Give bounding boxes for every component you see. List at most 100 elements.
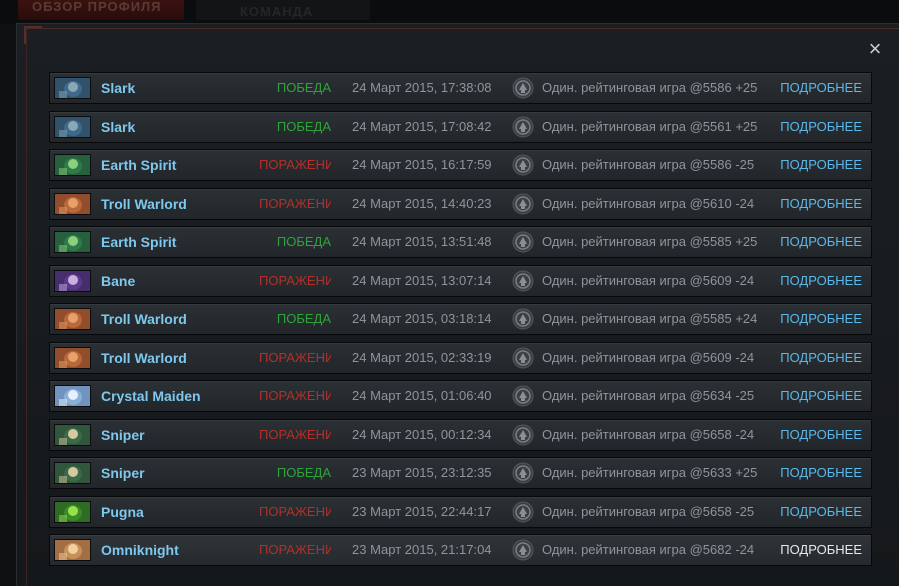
match-row[interactable]: Slark ПОБЕДА 24 Март 2015, 17:08:42 Один…	[49, 110, 872, 143]
match-list: Slark ПОБЕДА 24 Март 2015, 17:38:08 Один…	[49, 72, 872, 573]
hero-name[interactable]: Slark	[101, 112, 135, 142]
ranked-mode-icon	[512, 539, 534, 561]
ranked-mode-icon	[512, 154, 534, 176]
hero-name[interactable]: Crystal Maiden	[101, 381, 201, 411]
hero-name[interactable]: Bane	[101, 266, 135, 296]
ranked-mode-icon	[512, 193, 534, 215]
hero-name[interactable]: Earth Spirit	[101, 227, 176, 257]
hero-name[interactable]: Troll Warlord	[101, 189, 187, 219]
match-result: ПОРАЖЕНИЕ	[259, 195, 331, 211]
ranked-mode-icon	[512, 462, 534, 484]
hero-name[interactable]: Pugna	[101, 497, 144, 527]
details-link[interactable]: ПОДРОБНЕЕ	[780, 73, 862, 103]
ranked-mode-icon	[512, 385, 534, 407]
hero-portrait-slark	[54, 115, 91, 138]
match-row[interactable]: Earth Spirit ПОРАЖЕНИЕ 24 Март 2015, 16:…	[49, 149, 872, 181]
close-icon[interactable]: ×	[864, 38, 886, 60]
game-mode: Один. рейтинговая игра @5609 -24	[542, 272, 755, 288]
tab-team[interactable]: КОМАНДА	[196, 0, 370, 20]
match-row[interactable]: Pugna ПОРАЖЕНИЕ 23 Март 2015, 22:44:17 О…	[49, 495, 872, 528]
match-result: ПОРАЖЕНИЕ	[259, 272, 331, 288]
frame-border-top	[26, 28, 899, 29]
game-mode: Один. рейтинговая игра @5586 +25	[542, 80, 758, 95]
game-mode: Один. рейтинговая игра @5633 +25	[542, 465, 758, 480]
match-row[interactable]: Troll Warlord ПОБЕДА 24 Март 2015, 03:18…	[49, 303, 872, 335]
ranked-mode-icon	[512, 424, 534, 446]
ranked-mode-icon	[512, 270, 534, 292]
hero-portrait-sniper	[54, 423, 91, 446]
match-row[interactable]: Earth Spirit ПОБЕДА 24 Март 2015, 13:51:…	[49, 226, 872, 258]
top-tabs: ОБЗОР ПРОФИЛЯ КОМАНДА	[0, 0, 899, 24]
hero-name[interactable]: Sniper	[101, 420, 145, 450]
details-link[interactable]: ПОДРОБНЕЕ	[780, 266, 862, 296]
frame-corner-ornament	[24, 26, 42, 44]
game-mode: Один. рейтинговая игра @5585 +24	[542, 311, 758, 326]
match-result: ПОРАЖЕНИЕ	[259, 542, 331, 557]
ranked-mode-icon	[512, 77, 534, 99]
game-mode: Один. рейтинговая игра @5658 -25	[542, 503, 755, 519]
details-link[interactable]: ПОДРОБНЕЕ	[780, 112, 862, 142]
hero-portrait-bane	[54, 269, 91, 292]
details-link[interactable]: ПОДРОБНЕЕ	[780, 381, 862, 411]
match-row[interactable]: Troll Warlord ПОРАЖЕНИЕ 24 Март 2015, 02…	[49, 341, 872, 374]
match-datetime: 24 Март 2015, 00:12:34	[352, 426, 492, 442]
details-link[interactable]: ПОДРОБНЕЕ	[780, 343, 862, 373]
hero-portrait-slark	[54, 77, 91, 99]
tab-profile-overview[interactable]: ОБЗОР ПРОФИЛЯ	[18, 0, 184, 20]
match-row[interactable]: Crystal Maiden ПОРАЖЕНИЕ 24 Март 2015, 0…	[49, 380, 872, 412]
match-row[interactable]: Bane ПОРАЖЕНИЕ 24 Март 2015, 13:07:14 Од…	[49, 264, 872, 297]
match-row[interactable]: Omniknight ПОРАЖЕНИЕ 23 Март 2015, 21:17…	[49, 534, 872, 566]
match-datetime: 24 Март 2015, 13:07:14	[352, 272, 492, 288]
details-link[interactable]: ПОДРОБНЕЕ	[780, 458, 862, 488]
hero-portrait-earth-spirit	[54, 231, 91, 253]
hero-name[interactable]: Sniper	[101, 458, 145, 488]
match-result: ПОРАЖЕНИЕ	[259, 157, 331, 172]
match-datetime: 24 Март 2015, 14:40:23	[352, 195, 492, 211]
game-mode: Один. рейтинговая игра @5585 +25	[542, 234, 758, 249]
details-link[interactable]: ПОДРОБНЕЕ	[780, 497, 862, 527]
details-link[interactable]: ПОДРОБНЕЕ	[780, 150, 862, 180]
game-mode: Один. рейтинговая игра @5682 -24	[542, 542, 755, 557]
match-result: ПОРАЖЕНИЕ	[259, 388, 331, 403]
ranked-mode-icon	[512, 347, 534, 369]
match-result: ПОБЕДА	[276, 234, 331, 249]
match-result: ПОБЕДА	[276, 465, 331, 480]
game-mode: Один. рейтинговая игра @5610 -24	[542, 195, 755, 211]
match-row[interactable]: Slark ПОБЕДА 24 Март 2015, 17:38:08 Один…	[49, 72, 872, 104]
game-mode: Один. рейтинговая игра @5586 -25	[542, 157, 755, 172]
hero-name[interactable]: Troll Warlord	[101, 304, 187, 334]
hero-portrait-troll-warlord	[54, 308, 91, 330]
match-row[interactable]: Sniper ПОБЕДА 23 Март 2015, 23:12:35 Оди…	[49, 457, 872, 489]
game-mode: Один. рейтинговая игра @5658 -24	[542, 426, 755, 442]
match-result: ПОРАЖЕНИЕ	[259, 349, 331, 365]
match-result: ПОРАЖЕНИЕ	[259, 426, 331, 442]
match-row[interactable]: Sniper ПОРАЖЕНИЕ 24 Март 2015, 00:12:34 …	[49, 418, 872, 451]
match-result: ПОРАЖЕНИЕ	[259, 503, 331, 519]
frame-border-left	[26, 28, 27, 586]
details-link[interactable]: ПОДРОБНЕЕ	[780, 420, 862, 450]
match-datetime: 24 Март 2015, 02:33:19	[352, 349, 492, 365]
hero-portrait-crystal-maiden	[54, 385, 91, 407]
match-datetime: 24 Март 2015, 03:18:14	[352, 311, 492, 326]
hero-name[interactable]: Omniknight	[101, 535, 179, 565]
match-result: ПОБЕДА	[276, 311, 331, 326]
match-datetime: 23 Март 2015, 21:17:04	[352, 542, 492, 557]
ranked-mode-icon	[512, 501, 534, 523]
hero-name[interactable]: Earth Spirit	[101, 150, 176, 180]
hero-portrait-pugna	[54, 500, 91, 523]
ranked-mode-icon	[512, 116, 534, 138]
match-datetime: 23 Март 2015, 22:44:17	[352, 503, 492, 519]
details-link[interactable]: ПОДРОБНЕЕ	[780, 227, 862, 257]
details-link[interactable]: ПОДРОБНЕЕ	[780, 304, 862, 334]
match-datetime: 24 Март 2015, 16:17:59	[352, 157, 492, 172]
hero-name[interactable]: Slark	[101, 73, 135, 103]
hero-name[interactable]: Troll Warlord	[101, 343, 187, 373]
match-result: ПОБЕДА	[276, 80, 331, 95]
match-row[interactable]: Troll Warlord ПОРАЖЕНИЕ 24 Март 2015, 14…	[49, 187, 872, 220]
details-link[interactable]: ПОДРОБНЕЕ	[780, 535, 862, 565]
hero-portrait-troll-warlord	[54, 346, 91, 369]
hero-portrait-sniper	[54, 462, 91, 484]
details-link[interactable]: ПОДРОБНЕЕ	[780, 189, 862, 219]
game-mode: Один. рейтинговая игра @5634 -25	[542, 388, 755, 403]
match-result: ПОБЕДА	[276, 118, 331, 134]
